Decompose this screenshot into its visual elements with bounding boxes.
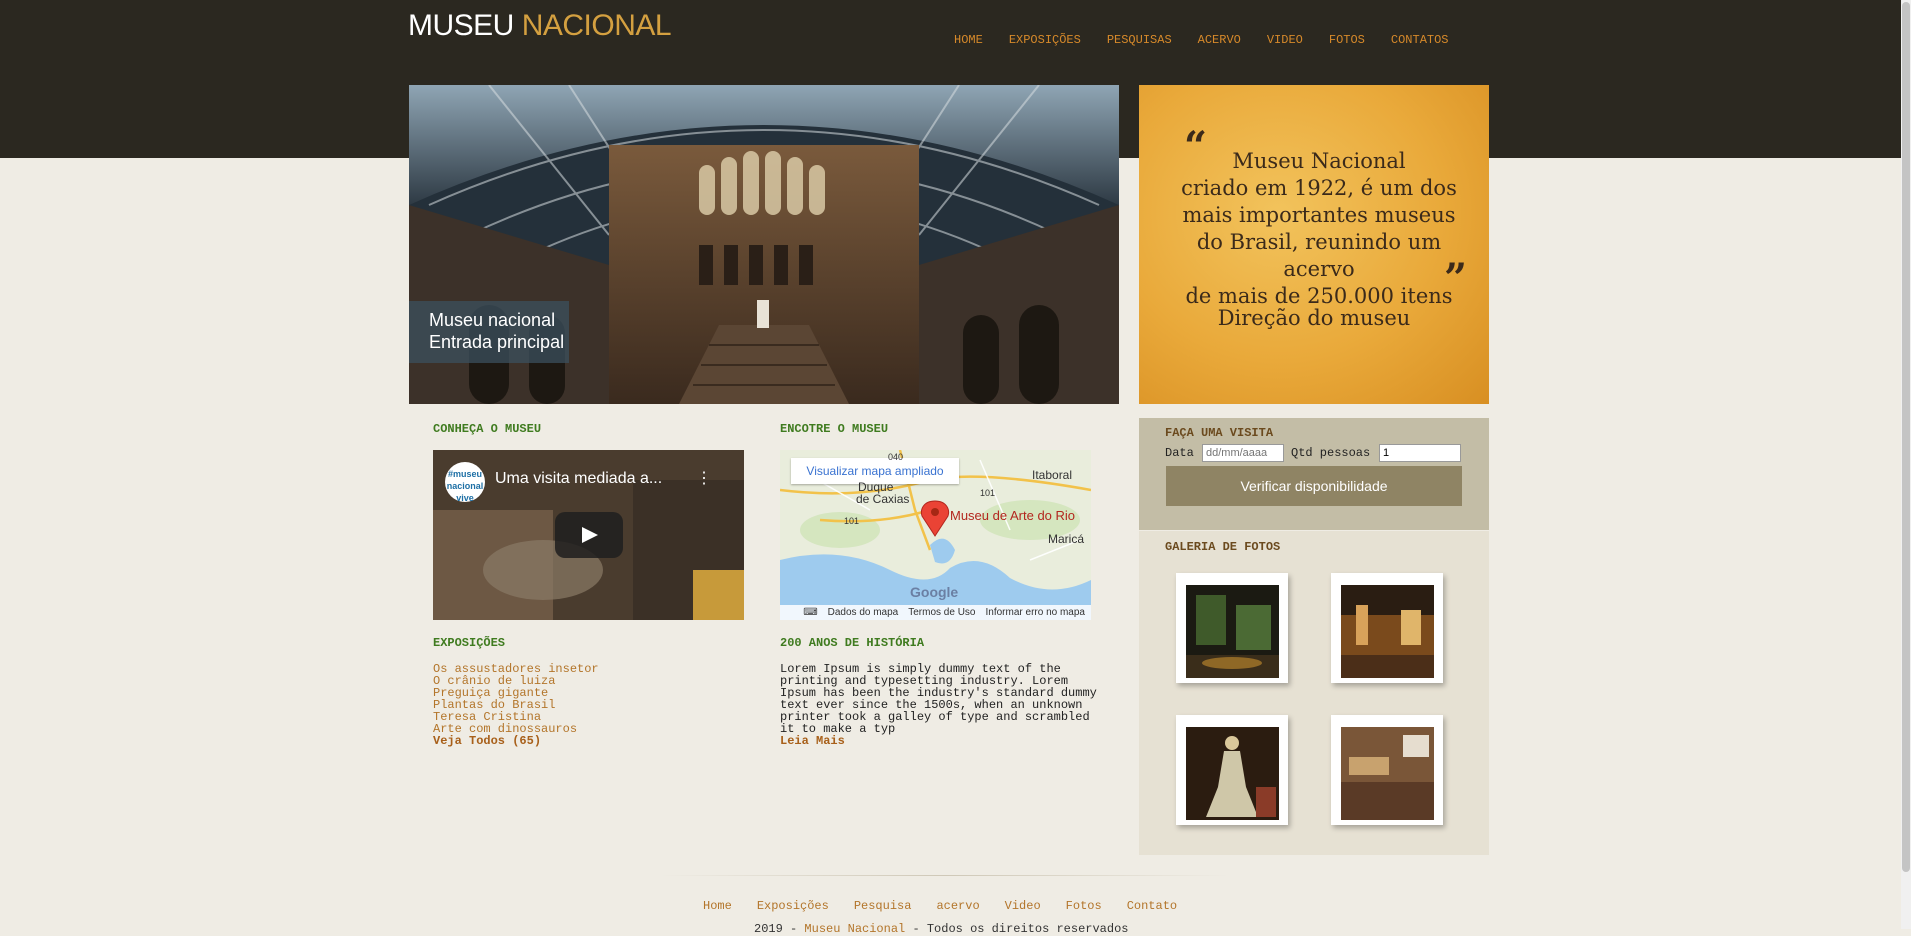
quote-line: mais importantes museus	[1182, 203, 1456, 227]
map-route-101b: 101	[844, 516, 860, 526]
date-input[interactable]	[1202, 444, 1284, 462]
nav-home[interactable]: HOME	[954, 33, 983, 47]
view-all-link[interactable]: Veja Todos (65)	[433, 735, 599, 747]
photo-exhibit-room	[1186, 585, 1279, 678]
map-route-040: 040	[888, 452, 904, 462]
keyboard-icon[interactable]: ⌨	[803, 607, 817, 618]
footer-divider	[660, 875, 1230, 876]
visit-title: FAÇA UMA VISITA	[1165, 426, 1274, 440]
historia-block: Lorem Ipsum is simply dummy text of the …	[780, 663, 1110, 747]
map-label-itaboral: Itaboral	[1032, 468, 1073, 482]
copyright-site-link[interactable]: Museu Nacional	[804, 922, 905, 936]
quote-line: criado em 1922, é um dos	[1181, 176, 1457, 200]
photo-gallery: GALERIA DE FOTOS	[1139, 531, 1489, 855]
nav-video[interactable]: VIDEO	[1267, 33, 1303, 47]
play-button[interactable]	[555, 512, 623, 558]
vertical-scrollbar[interactable]	[1901, 0, 1911, 929]
hero-caption-line2: Entrada principal	[429, 332, 565, 352]
historia-text: Lorem Ipsum is simply dummy text of the …	[780, 662, 1097, 736]
nav-pesquisas[interactable]: PESQUISAS	[1107, 33, 1172, 47]
nav-fotos[interactable]: FOTOS	[1329, 33, 1365, 47]
map-terms-link[interactable]: Termos de Uso	[908, 607, 975, 618]
hero-caption: Museu nacional Entrada principal	[409, 301, 569, 363]
quote-line: do Brasil, reunindo um acervo	[1196, 230, 1442, 281]
encontre-title: ENCOTRE O MUSEU	[780, 422, 889, 436]
hero-caption-line1: Museu nacional	[429, 310, 556, 330]
gallery-photo[interactable]	[1325, 567, 1443, 683]
qty-label: Qtd pessoas	[1291, 446, 1371, 460]
read-more-link[interactable]: Leia Mais	[780, 735, 1110, 747]
quote-text: Museu Nacional criado em 1922, é um dos …	[1159, 148, 1479, 310]
video-embed[interactable]: #museu nacional vive Uma visita mediada …	[433, 450, 744, 620]
conheca-title: CONHEÇA O MUSEU	[433, 422, 542, 436]
copyright-text: - Todos os direitos reservados	[912, 922, 1129, 936]
copyright: 2019 - Museu Nacional - Todos os direito…	[754, 922, 1129, 936]
footer-link-acervo[interactable]: acervo	[936, 899, 979, 913]
photo-exhibition-wall	[1341, 727, 1434, 820]
map-label-marica: Maricá	[1048, 532, 1085, 546]
date-label: Data	[1165, 446, 1194, 460]
map-place-label[interactable]: Museu de Arte do Rio	[950, 508, 1075, 523]
logo-main: MUSEU	[408, 9, 514, 42]
footer-link-video[interactable]: Video	[1005, 899, 1041, 913]
photo-dress-exhibit	[1186, 727, 1279, 820]
hero-image: Museu nacional Entrada principal	[409, 85, 1119, 404]
footer-link-fotos[interactable]: Fotos	[1066, 899, 1102, 913]
qty-input[interactable]	[1379, 444, 1461, 462]
more-options-icon[interactable]: ⋮	[696, 468, 712, 488]
quote-panel: “ Museu Nacional criado em 1922, é um do…	[1139, 85, 1489, 404]
map-report-link[interactable]: Informar erro no mapa	[986, 607, 1086, 618]
gallery-photo[interactable]	[1325, 709, 1443, 825]
quote-line: Museu Nacional	[1232, 149, 1406, 173]
quote-close-mark: ”	[1444, 255, 1468, 302]
nav-exposicoes[interactable]: EXPOSIÇÕES	[1009, 33, 1081, 47]
copyright-year: 2019 -	[754, 922, 798, 936]
map-data-link[interactable]: Dados do mapa	[828, 607, 899, 618]
check-availability-button[interactable]: Verificar disponibilidade	[1166, 466, 1462, 506]
main-nav: HOME EXPOSIÇÕES PESQUISAS ACERVO VIDEO F…	[954, 33, 1475, 47]
map-label-caxias: de Caxias	[856, 492, 910, 506]
footer-nav: Home Exposições Pesquisa acervo Video Fo…	[703, 899, 1202, 913]
exposicoes-list: Os assustadores insetor O crânio de luiz…	[433, 663, 599, 747]
logo-accent: NACIONAL	[521, 9, 672, 42]
gallery-title: GALERIA DE FOTOS	[1165, 540, 1281, 554]
photo-gallery-hall	[1341, 585, 1434, 678]
footer-link-exposicoes[interactable]: Exposições	[757, 899, 829, 913]
quote-signature: Direção do museu	[1217, 306, 1411, 330]
scrollbar-thumb[interactable]	[1902, 2, 1910, 872]
video-title[interactable]: Uma visita mediada a...	[495, 470, 662, 488]
nav-contatos[interactable]: CONTATOS	[1391, 33, 1449, 47]
gallery-photo[interactable]	[1170, 567, 1288, 683]
visit-form: FAÇA UMA VISITA Data Qtd pessoas Verific…	[1139, 418, 1489, 530]
historia-title: 200 ANOS DE HISTÓRIA	[780, 636, 925, 650]
map-route-101a: 101	[980, 488, 996, 498]
site-logo[interactable]: MUSEU NACIONAL	[408, 9, 672, 43]
map-embed[interactable]: Visualizar mapa ampliado Duque de Caxias…	[780, 450, 1091, 620]
nav-acervo[interactable]: ACERVO	[1198, 33, 1241, 47]
footer-link-contato[interactable]: Contato	[1127, 899, 1177, 913]
footer-link-home[interactable]: Home	[703, 899, 732, 913]
map-footer: ⌨ Dados do mapa Termos de Uso Informar e…	[780, 605, 1091, 620]
exposicoes-title: EXPOSIÇÕES	[433, 636, 506, 650]
google-logo: Google	[910, 584, 959, 600]
channel-logo[interactable]: #museu nacional vive	[445, 462, 485, 503]
gallery-photo[interactable]	[1170, 709, 1288, 825]
footer-link-pesquisa[interactable]: Pesquisa	[854, 899, 912, 913]
